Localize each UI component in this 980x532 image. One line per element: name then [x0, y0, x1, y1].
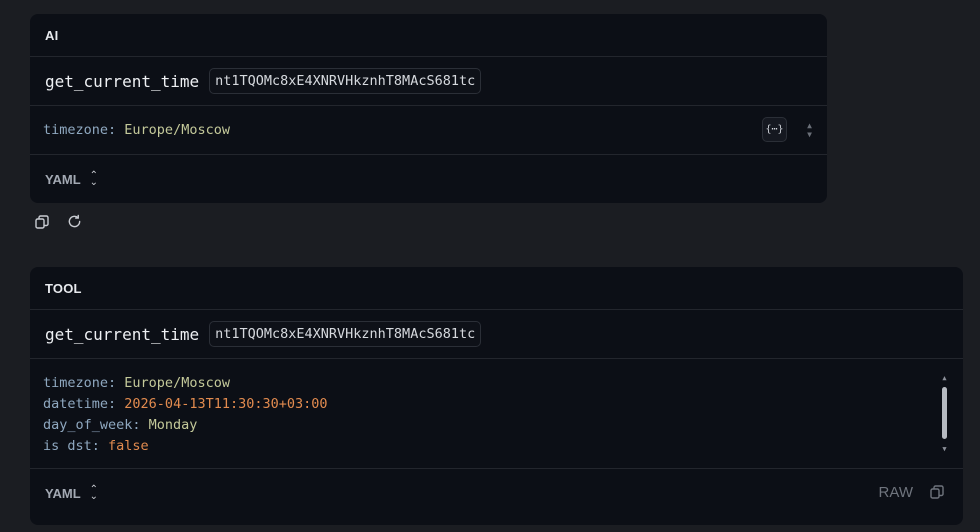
yaml-colon: : [91, 438, 109, 454]
function-name: get_current_time [45, 324, 200, 344]
result-editor[interactable]: timezone: Europe/Moscow datetime: 2026-0… [30, 359, 963, 469]
yaml-key: timezone [43, 121, 109, 138]
yaml-colon: : [108, 375, 125, 391]
yaml-value: Europe/Moscow [124, 121, 230, 138]
yaml-value: 2026-04-13T11:30:30+03:00 [124, 396, 328, 412]
ai-message-card: AI get_current_time nt1TQOMc8xE4XNRVHkzn… [30, 14, 827, 203]
tool-call-row: get_current_time nt1TQOMc8xE4XNRVHkznhT8… [30, 310, 963, 359]
scroll-up-icon[interactable]: ▲ [941, 375, 948, 382]
yaml-key: timezone [43, 375, 109, 391]
format-selector[interactable]: YAML [45, 172, 81, 187]
yaml-value: false [108, 438, 149, 454]
format-footer: YAML ⌃ ⌄ [30, 155, 827, 203]
chevron-updown-icon[interactable]: ⌃ ⌄ [90, 485, 98, 502]
raw-toggle[interactable]: RAW [879, 484, 913, 501]
scroll-down-icon[interactable]: ▼ [941, 446, 948, 453]
yaml-line: is dst: false [43, 436, 963, 457]
message-actions [33, 213, 83, 230]
refresh-icon[interactable] [66, 213, 83, 230]
message-header: AI [30, 14, 827, 57]
scrollbar[interactable]: ▲ ▼ [941, 375, 948, 453]
yaml-key: datetime [43, 396, 109, 412]
curly-braces-icon[interactable]: {⋯} [762, 117, 787, 142]
function-name: get_current_time [45, 71, 200, 91]
role-label: TOOL [45, 280, 82, 296]
role-label: AI [45, 27, 59, 43]
call-id-badge[interactable]: nt1TQOMc8xE4XNRVHkznhT8MAcS681tc [209, 68, 482, 94]
message-header: TOOL [30, 267, 963, 310]
format-selector[interactable]: YAML [45, 486, 81, 501]
yaml-key: is dst [43, 438, 92, 454]
yaml-key: day_of_week [43, 417, 133, 433]
copy-icon[interactable] [33, 213, 50, 230]
tool-call-row: get_current_time nt1TQOMc8xE4XNRVHkznhT8… [30, 57, 827, 106]
tool-message-card: TOOL get_current_time nt1TQOMc8xE4XNRVHk… [30, 267, 963, 525]
chevron-updown-icon[interactable]: ⌃ ⌄ [90, 171, 98, 188]
yaml-line: datetime: 2026-04-13T11:30:30+03:00 [43, 394, 963, 415]
yaml-colon: : [108, 121, 125, 138]
scrollbar-thumb[interactable] [942, 387, 947, 439]
yaml-line: timezone: Europe/Moscow [43, 373, 963, 394]
format-footer: YAML ⌃ ⌄ RAW [30, 469, 963, 517]
yaml-value: Monday [148, 417, 198, 433]
yaml-colon: : [132, 417, 149, 433]
args-editor[interactable]: timezone: Europe/Moscow {⋯} ▲ ▼ [30, 106, 827, 155]
call-id-badge[interactable]: nt1TQOMc8xE4XNRVHkznhT8MAcS681tc [209, 321, 482, 347]
yaml-line: timezone: Europe/Moscow [43, 120, 230, 141]
yaml-value: Europe/Moscow [124, 375, 230, 391]
yaml-colon: : [108, 396, 125, 412]
chevron-updown-icon[interactable]: ▲ ▼ [807, 121, 812, 139]
copy-icon[interactable] [930, 485, 946, 501]
yaml-line: day_of_week: Monday [43, 415, 963, 436]
